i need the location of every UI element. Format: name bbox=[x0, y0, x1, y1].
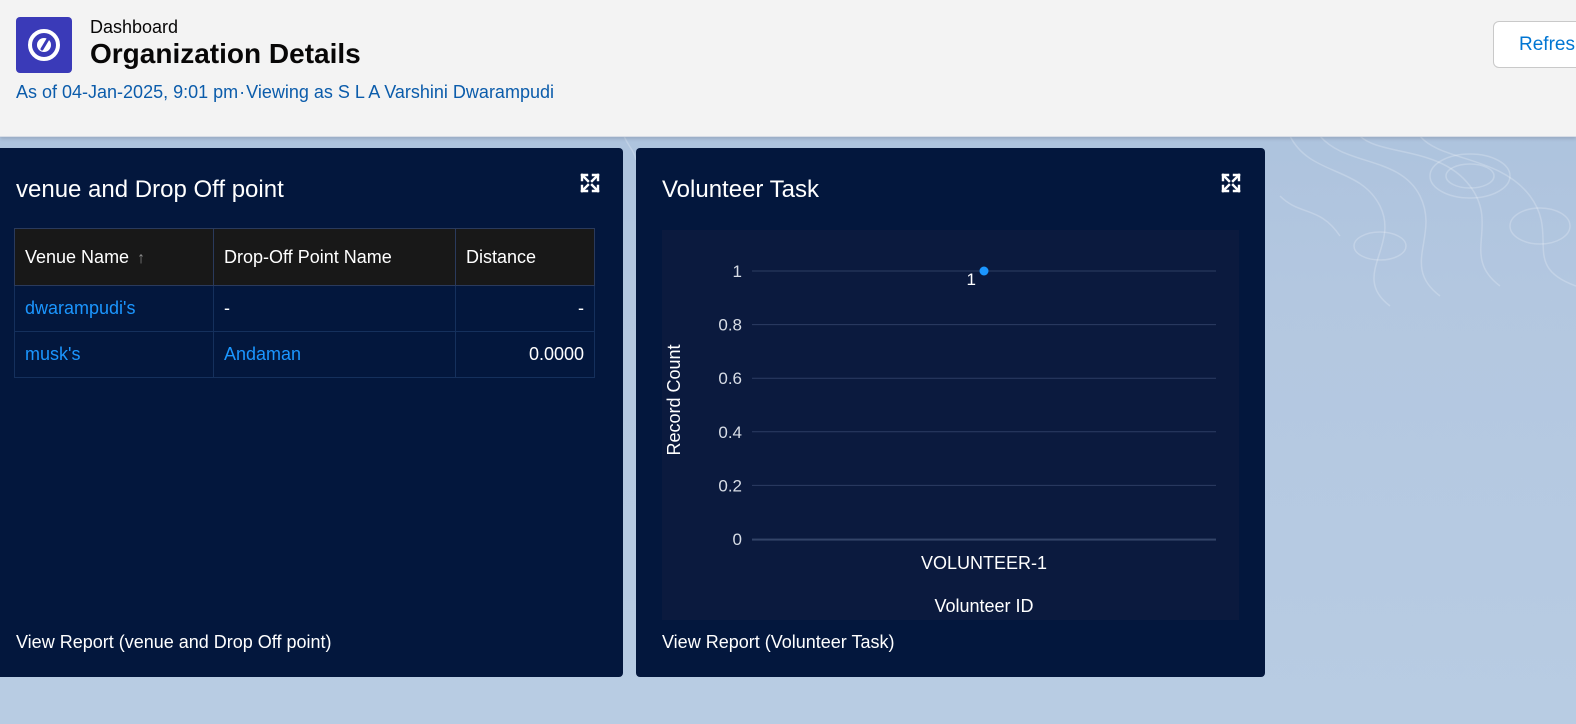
distance-cell: 0.0000 bbox=[455, 331, 595, 378]
dropoff-point-cell: - bbox=[213, 285, 456, 332]
card-title: venue and Drop Off point bbox=[16, 176, 284, 203]
y-tick-label: 0 bbox=[733, 530, 742, 549]
view-report-link[interactable]: View Report (venue and Drop Off point) bbox=[16, 632, 332, 653]
volunteer-task-card: Volunteer Task 0 0.2 0.4 0.6 0.8 1 VOLUNTEER-1… bbox=[636, 148, 1265, 677]
table-header-row: Venue Name ↑ Drop-Off Point Name Distance bbox=[14, 228, 595, 286]
column-header-dropoff-point[interactable]: Drop-Off Point Name bbox=[213, 228, 456, 286]
page-title: Organization Details bbox=[90, 38, 361, 69]
arrow-up-icon: ↑ bbox=[137, 249, 146, 267]
y-tick-label: 0.8 bbox=[718, 316, 742, 335]
x-tick-label: VOLUNTEER-1 bbox=[921, 553, 1047, 573]
distance-cell: - bbox=[455, 285, 595, 332]
separator-dot: · bbox=[239, 82, 246, 102]
report-table: Venue Name ↑ Drop-Off Point Name Distance… bbox=[14, 228, 595, 378]
expand-icon[interactable] bbox=[579, 172, 601, 194]
y-axis-title: Record Count bbox=[664, 344, 684, 455]
refresh-button[interactable]: Refresh bbox=[1493, 21, 1576, 68]
view-report-link[interactable]: View Report (Volunteer Task) bbox=[662, 632, 894, 653]
column-header-venue-name[interactable]: Venue Name ↑ bbox=[14, 228, 214, 286]
as-of-timestamp: As of 04-Jan-2025, 9:01 pm bbox=[16, 82, 239, 102]
data-label: 1 bbox=[967, 270, 976, 289]
table-row: musk's Andaman 0.0000 bbox=[14, 331, 595, 378]
dashboard-header: Dashboard Organization Details As of 04-… bbox=[0, 0, 1576, 137]
card-title: Volunteer Task bbox=[662, 176, 819, 203]
dashboard-gauge-icon bbox=[16, 17, 72, 73]
y-tick-label: 0.4 bbox=[718, 423, 742, 442]
viewing-as-text: Viewing as S L A Varshini Dwarampudi bbox=[246, 82, 554, 102]
scatter-chart: 0 0.2 0.4 0.6 0.8 1 VOLUNTEER-1 1 Volunteer ID Re… bbox=[662, 230, 1239, 620]
venue-name-link[interactable]: dwarampudi's bbox=[14, 285, 214, 332]
dashboard-status-line: As of 04-Jan-2025, 9:01 pm·Viewing as S … bbox=[16, 82, 554, 103]
expand-icon[interactable] bbox=[1220, 172, 1242, 194]
y-tick-label: 0.2 bbox=[718, 476, 742, 495]
dropoff-point-link[interactable]: Andaman bbox=[213, 331, 456, 378]
table-row: dwarampudi's - - bbox=[14, 285, 595, 332]
x-axis-title: Volunteer ID bbox=[934, 596, 1033, 616]
y-tick-label: 0.6 bbox=[718, 369, 742, 388]
venue-dropoff-card: venue and Drop Off point Venue Name ↑ Dro… bbox=[0, 148, 623, 677]
column-header-distance[interactable]: Distance bbox=[455, 228, 595, 286]
chart-svg: 0 0.2 0.4 0.6 0.8 1 VOLUNTEER-1 1 Volunteer ID Re… bbox=[664, 262, 1216, 616]
y-tick-label: 1 bbox=[733, 262, 742, 281]
venue-name-link[interactable]: musk's bbox=[14, 331, 214, 378]
data-point bbox=[979, 266, 989, 276]
page-eyebrow: Dashboard bbox=[90, 17, 179, 37]
